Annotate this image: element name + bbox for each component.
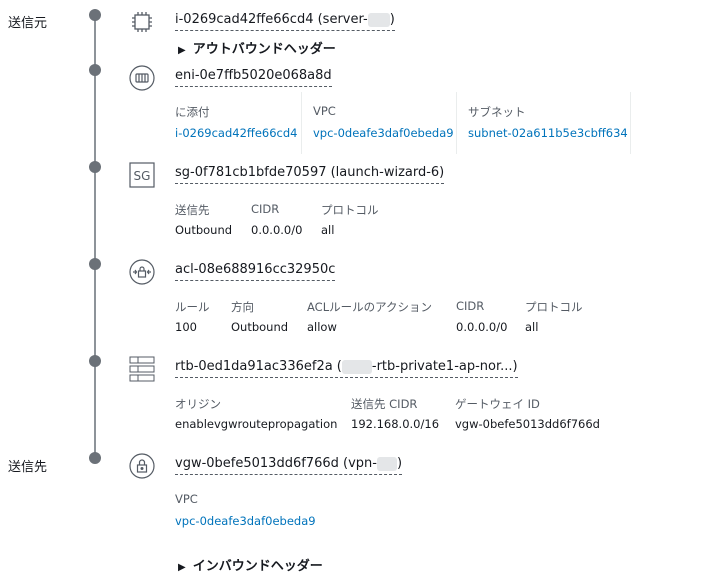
rtb-destination-cidr-header: 送信先 CIDR [351, 397, 418, 411]
instance-name-prefix: (server- [317, 12, 368, 27]
divider [301, 92, 302, 154]
sg-protocol-header: プロトコル [321, 203, 379, 217]
redacted-mask [341, 359, 372, 374]
vgw-resource-link[interactable]: vgw-0befe5013dd6f766d (vpn-) [175, 456, 403, 475]
inbound-header-toggle[interactable]: ▶ インバウンドヘッダー [178, 555, 323, 574]
rtb-id-prefix: rtb-0ed1da91ac336ef2a ( [175, 359, 342, 374]
acl-direction-value: Outbound [231, 320, 289, 334]
redacted-mask [367, 12, 390, 27]
rtb-origin-value: enablevgwroutepropagation [175, 417, 338, 431]
outbound-header-label: アウトバウンドヘッダー [192, 42, 336, 57]
sg-resource-link[interactable]: sg-0f781cb1bfde70597 (launch-wizard-6) [175, 165, 445, 184]
eni-vpc-header: VPC [313, 104, 336, 118]
eni-attached-instance-link[interactable]: i-0269cad42ffe66cd4 [175, 126, 298, 140]
timeline-dot-rtb [89, 355, 101, 367]
vgw-id-suffix: ) [396, 456, 403, 471]
acl-resource-link[interactable]: acl-08e688916cc32950c [175, 262, 336, 281]
timeline-dot-eni [89, 64, 101, 76]
instance-resource-link[interactable]: i-0269cad42ffe66cd4 (server-) [175, 12, 395, 31]
acl-rule-header: ルール [175, 300, 210, 314]
divider [630, 92, 631, 154]
caret-right-icon: ▶ [178, 562, 186, 573]
caret-right-icon: ▶ [178, 45, 186, 56]
source-label: 送信元 [8, 16, 48, 31]
timeline-dot-vgw [89, 452, 101, 464]
timeline-dot-acl [89, 258, 101, 270]
acl-direction-header: 方向 [231, 300, 254, 314]
destination-label: 送信先 [8, 460, 48, 475]
acl-action-value: allow [307, 320, 337, 334]
eni-subnet-link[interactable]: subnet-02a611b5e3cbff634 [468, 126, 628, 140]
network-interface-icon [129, 65, 155, 91]
timeline-dot-instance [89, 9, 101, 21]
acl-protocol-header: プロトコル [525, 300, 583, 314]
sg-destination-value: Outbound [175, 223, 233, 237]
instance-id: i-0269cad42ffe66cd4 [175, 12, 314, 27]
eni-resource-link[interactable]: eni-0e7ffb5020e068a8d [175, 68, 332, 87]
vgw-id-prefix: vgw-0befe5013dd6f766d (vpn- [175, 456, 377, 471]
acl-cidr-header: CIDR [456, 299, 485, 313]
acl-lock-icon [129, 259, 155, 285]
acl-protocol-value: all [525, 320, 539, 334]
eni-vpc-link[interactable]: vpc-0deafe3daf0ebeda9 [313, 126, 454, 140]
vpn-gateway-lock-icon [129, 453, 155, 479]
timeline-dot-sg [89, 161, 101, 173]
rtb-origin-header: オリジン [175, 397, 221, 411]
eni-attached-header: に添付 [175, 105, 210, 119]
outbound-header-toggle[interactable]: ▶ アウトバウンドヘッダー [178, 38, 336, 57]
rtb-gateway-header: ゲートウェイ ID [455, 397, 540, 411]
eni-subnet-header: サブネット [468, 105, 526, 119]
rtb-id-suffix: -rtb-private1-ap-nor...) [371, 359, 518, 374]
acl-cidr-value: 0.0.0.0/0 [456, 320, 508, 334]
redacted-mask [376, 456, 397, 471]
sg-protocol-value: all [321, 223, 335, 237]
rtb-destination-cidr-value: 192.168.0.0/16 [351, 417, 440, 431]
sg-cidr-header: CIDR [251, 202, 280, 216]
sg-destination-header: 送信先 [175, 203, 210, 217]
rtb-resource-link[interactable]: rtb-0ed1da91ac336ef2a ( -rtb-private1-ap-… [175, 359, 518, 378]
vgw-vpc-header: VPC [175, 492, 198, 506]
timeline-line [94, 14, 96, 460]
acl-rule-value: 100 [175, 320, 197, 334]
divider [456, 92, 457, 154]
acl-action-header: ACLルールのアクション [307, 300, 433, 314]
sg-icon-text: SG [134, 169, 151, 183]
route-table-icon [129, 356, 155, 382]
sg-cidr-value: 0.0.0.0/0 [251, 223, 303, 237]
chip-icon [129, 9, 155, 35]
security-group-icon: SG [129, 162, 155, 188]
rtb-gateway-value: vgw-0befe5013dd6f766d [455, 417, 600, 431]
vgw-vpc-link[interactable]: vpc-0deafe3daf0ebeda9 [175, 514, 316, 528]
instance-name-suffix: ) [389, 12, 395, 27]
